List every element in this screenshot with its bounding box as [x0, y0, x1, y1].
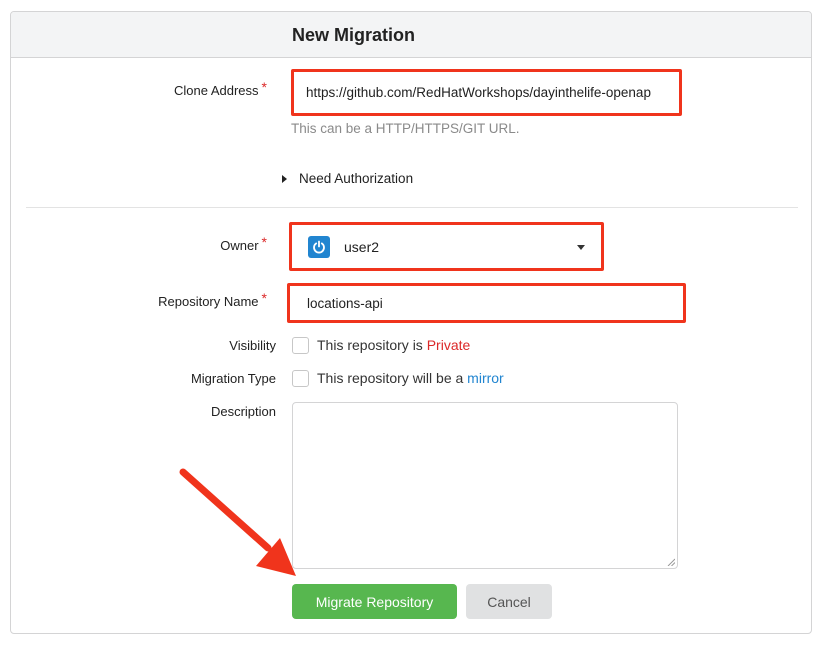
annotation-arrow-icon — [179, 468, 296, 576]
